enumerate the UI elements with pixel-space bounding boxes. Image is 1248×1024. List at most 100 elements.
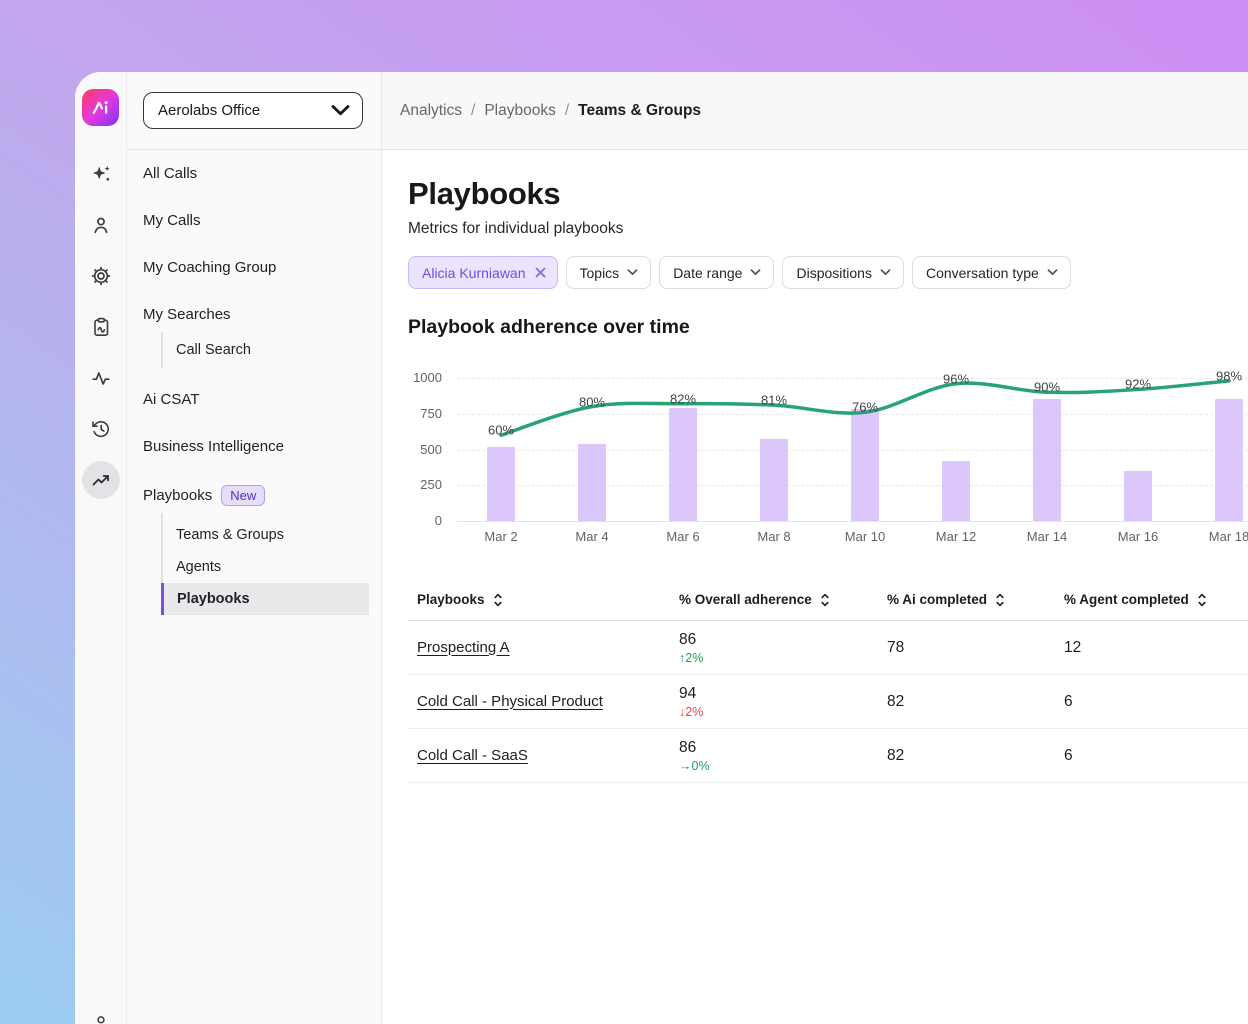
sidebar-item-business-intelligence[interactable]: Business Intelligence	[140, 423, 369, 470]
filter-dropdown-label: Dispositions	[796, 265, 871, 281]
filter-chip-active[interactable]: Alicia Kurniawan	[408, 256, 558, 289]
column-header-label: % Overall adherence	[679, 592, 812, 607]
y-axis-tick: 500	[408, 442, 442, 457]
filter-bar: Alicia Kurniawan Topics Date range Disposit…	[408, 256, 1248, 289]
line-point-label: 76%	[852, 400, 878, 415]
chevron-down-icon	[627, 269, 638, 276]
new-badge: New	[221, 485, 265, 506]
adherence-delta: ↓2%	[679, 705, 887, 719]
rail-item-trending-up-icon[interactable]	[75, 454, 127, 505]
overall-adherence-cell: 86→0%	[679, 739, 887, 773]
sort-icon[interactable]	[819, 593, 831, 607]
table-row: Cold Call - SaaS 86→0%826	[408, 729, 1248, 783]
x-axis-label: Mar 12	[936, 529, 976, 544]
filter-dropdown-label: Topics	[580, 265, 620, 281]
ai-logo-glyph	[87, 94, 114, 121]
playbook-clipboard-icon	[82, 308, 120, 346]
filter-dropdown-dispositions[interactable]: Dispositions	[782, 256, 903, 289]
line-point-label: 90%	[1034, 380, 1060, 395]
chevron-down-icon	[331, 105, 350, 116]
sparkles-icon	[82, 155, 120, 193]
person-icon	[82, 206, 120, 244]
workspace-row: Aerolabs Office	[127, 72, 381, 150]
line-point-label: 98%	[1216, 368, 1242, 383]
column-header-label: Playbooks	[417, 592, 485, 607]
playbook-name-cell: Cold Call - Physical Product	[417, 693, 679, 711]
icon-rail	[75, 72, 127, 1024]
content: Playbooks Metrics for individual playboo…	[382, 150, 1248, 1024]
sidebar-sublist: Call Search	[161, 332, 369, 368]
trending-up-icon	[82, 461, 120, 499]
sidebar-nav: All Calls My Calls My Coaching Group My Sea…	[127, 150, 381, 615]
breadcrumb-item[interactable]: Analytics	[400, 102, 462, 119]
rail-item-playbook-clipboard-icon[interactable]	[75, 301, 127, 352]
sidebar: Aerolabs Office All Calls My Calls My Coac…	[127, 72, 382, 1024]
page-title: Playbooks	[408, 176, 1248, 212]
playbooks-table: Playbooks % Overall adherence % Ai complet…	[408, 579, 1248, 783]
agent-completed-cell: 6	[1064, 693, 1248, 711]
workspace-selector[interactable]: Aerolabs Office	[143, 92, 363, 129]
breadcrumb-item[interactable]: Playbooks	[484, 102, 556, 119]
filter-dropdown-date-range[interactable]: Date range	[659, 256, 774, 289]
filter-dropdown-topics[interactable]: Topics	[566, 256, 652, 289]
column-header-playbooks[interactable]: Playbooks	[417, 592, 679, 607]
chevron-down-icon	[750, 269, 761, 276]
column-header--overall-adherence[interactable]: % Overall adherence	[679, 592, 887, 607]
column-header--ai-completed[interactable]: % Ai completed	[887, 592, 1064, 607]
sidebar-subitem-playbooks[interactable]: Playbooks	[161, 583, 369, 615]
rail-item-history-icon[interactable]	[75, 403, 127, 454]
workspace-name: Aerolabs Office	[158, 102, 260, 119]
sidebar-subitem-call-search[interactable]: Call Search	[163, 334, 369, 366]
sidebar-item-all-calls[interactable]: All Calls	[140, 150, 369, 197]
user-icon[interactable]	[75, 1013, 127, 1024]
filter-dropdown-label: Date range	[673, 265, 742, 281]
ai-completed-cell: 82	[887, 693, 1064, 711]
app-logo[interactable]	[82, 89, 119, 126]
column-header-label: % Agent completed	[1064, 592, 1189, 607]
rail-item-gear-icon[interactable]	[75, 250, 127, 301]
sort-icon[interactable]	[994, 593, 1006, 607]
line-point-label: 96%	[943, 371, 969, 386]
playbook-link[interactable]: Prospecting A	[417, 639, 510, 656]
rail-item-sparkles-icon[interactable]	[75, 148, 127, 199]
agent-completed-cell: 6	[1064, 747, 1248, 765]
remove-filter-icon[interactable]	[535, 267, 546, 278]
chevron-down-icon	[1047, 269, 1058, 276]
table-header-row: Playbooks % Overall adherence % Ai complet…	[408, 579, 1248, 621]
sidebar-item-label: Ai CSAT	[143, 391, 199, 408]
playbook-name-cell: Cold Call - SaaS	[417, 747, 679, 765]
sidebar-item-my-searches[interactable]: My Searches	[140, 291, 369, 338]
sidebar-item-my-coaching-group[interactable]: My Coaching Group	[140, 244, 369, 291]
sort-icon[interactable]	[1196, 593, 1208, 607]
table-row: Cold Call - Physical Product 94 ↓2%826	[408, 675, 1248, 729]
overall-adherence-cell: 86↑2%	[679, 631, 887, 665]
rail-item-person-icon[interactable]	[75, 199, 127, 250]
sidebar-item-label: My Coaching Group	[143, 259, 276, 276]
sidebar-item-label: Business Intelligence	[143, 438, 284, 455]
x-axis-label: Mar 14	[1027, 529, 1067, 544]
line-point-label: 82%	[670, 391, 696, 406]
column-header--agent-completed[interactable]: % Agent completed	[1064, 592, 1248, 607]
chevron-down-icon	[880, 269, 891, 276]
sidebar-subitem-agents[interactable]: Agents	[163, 551, 369, 583]
main-area: Analytics/Playbooks/Teams & Groups Playb…	[382, 72, 1248, 1024]
sidebar-subitem-teams-groups[interactable]: Teams & Groups	[163, 519, 369, 551]
sidebar-item-ai-csat[interactable]: Ai CSAT	[140, 376, 369, 423]
playbook-link[interactable]: Cold Call - SaaS	[417, 747, 528, 764]
y-axis-tick: 750	[408, 406, 442, 421]
table-row: Prospecting A86↑2%7812	[408, 621, 1248, 675]
playbook-link[interactable]: Cold Call - Physical Product	[417, 693, 603, 710]
rail-item-activity-icon[interactable]	[75, 352, 127, 403]
sidebar-item-my-calls[interactable]: My Calls	[140, 197, 369, 244]
x-axis-label: Mar 4	[575, 529, 608, 544]
sidebar-item-label: All Calls	[143, 165, 197, 182]
adherence-delta: ↑2%	[679, 651, 887, 665]
topbar: Analytics/Playbooks/Teams & Groups	[382, 72, 1248, 150]
filter-dropdown-conversation-type[interactable]: Conversation type	[912, 256, 1071, 289]
sort-icon[interactable]	[492, 593, 504, 607]
breadcrumb-separator: /	[471, 102, 475, 119]
app-window: Aerolabs Office All Calls My Calls My Coac…	[75, 72, 1248, 1024]
sidebar-item-label: My Searches	[143, 306, 231, 323]
ai-completed-cell: 82	[887, 747, 1064, 765]
overall-adherence-value: 94	[679, 685, 887, 703]
